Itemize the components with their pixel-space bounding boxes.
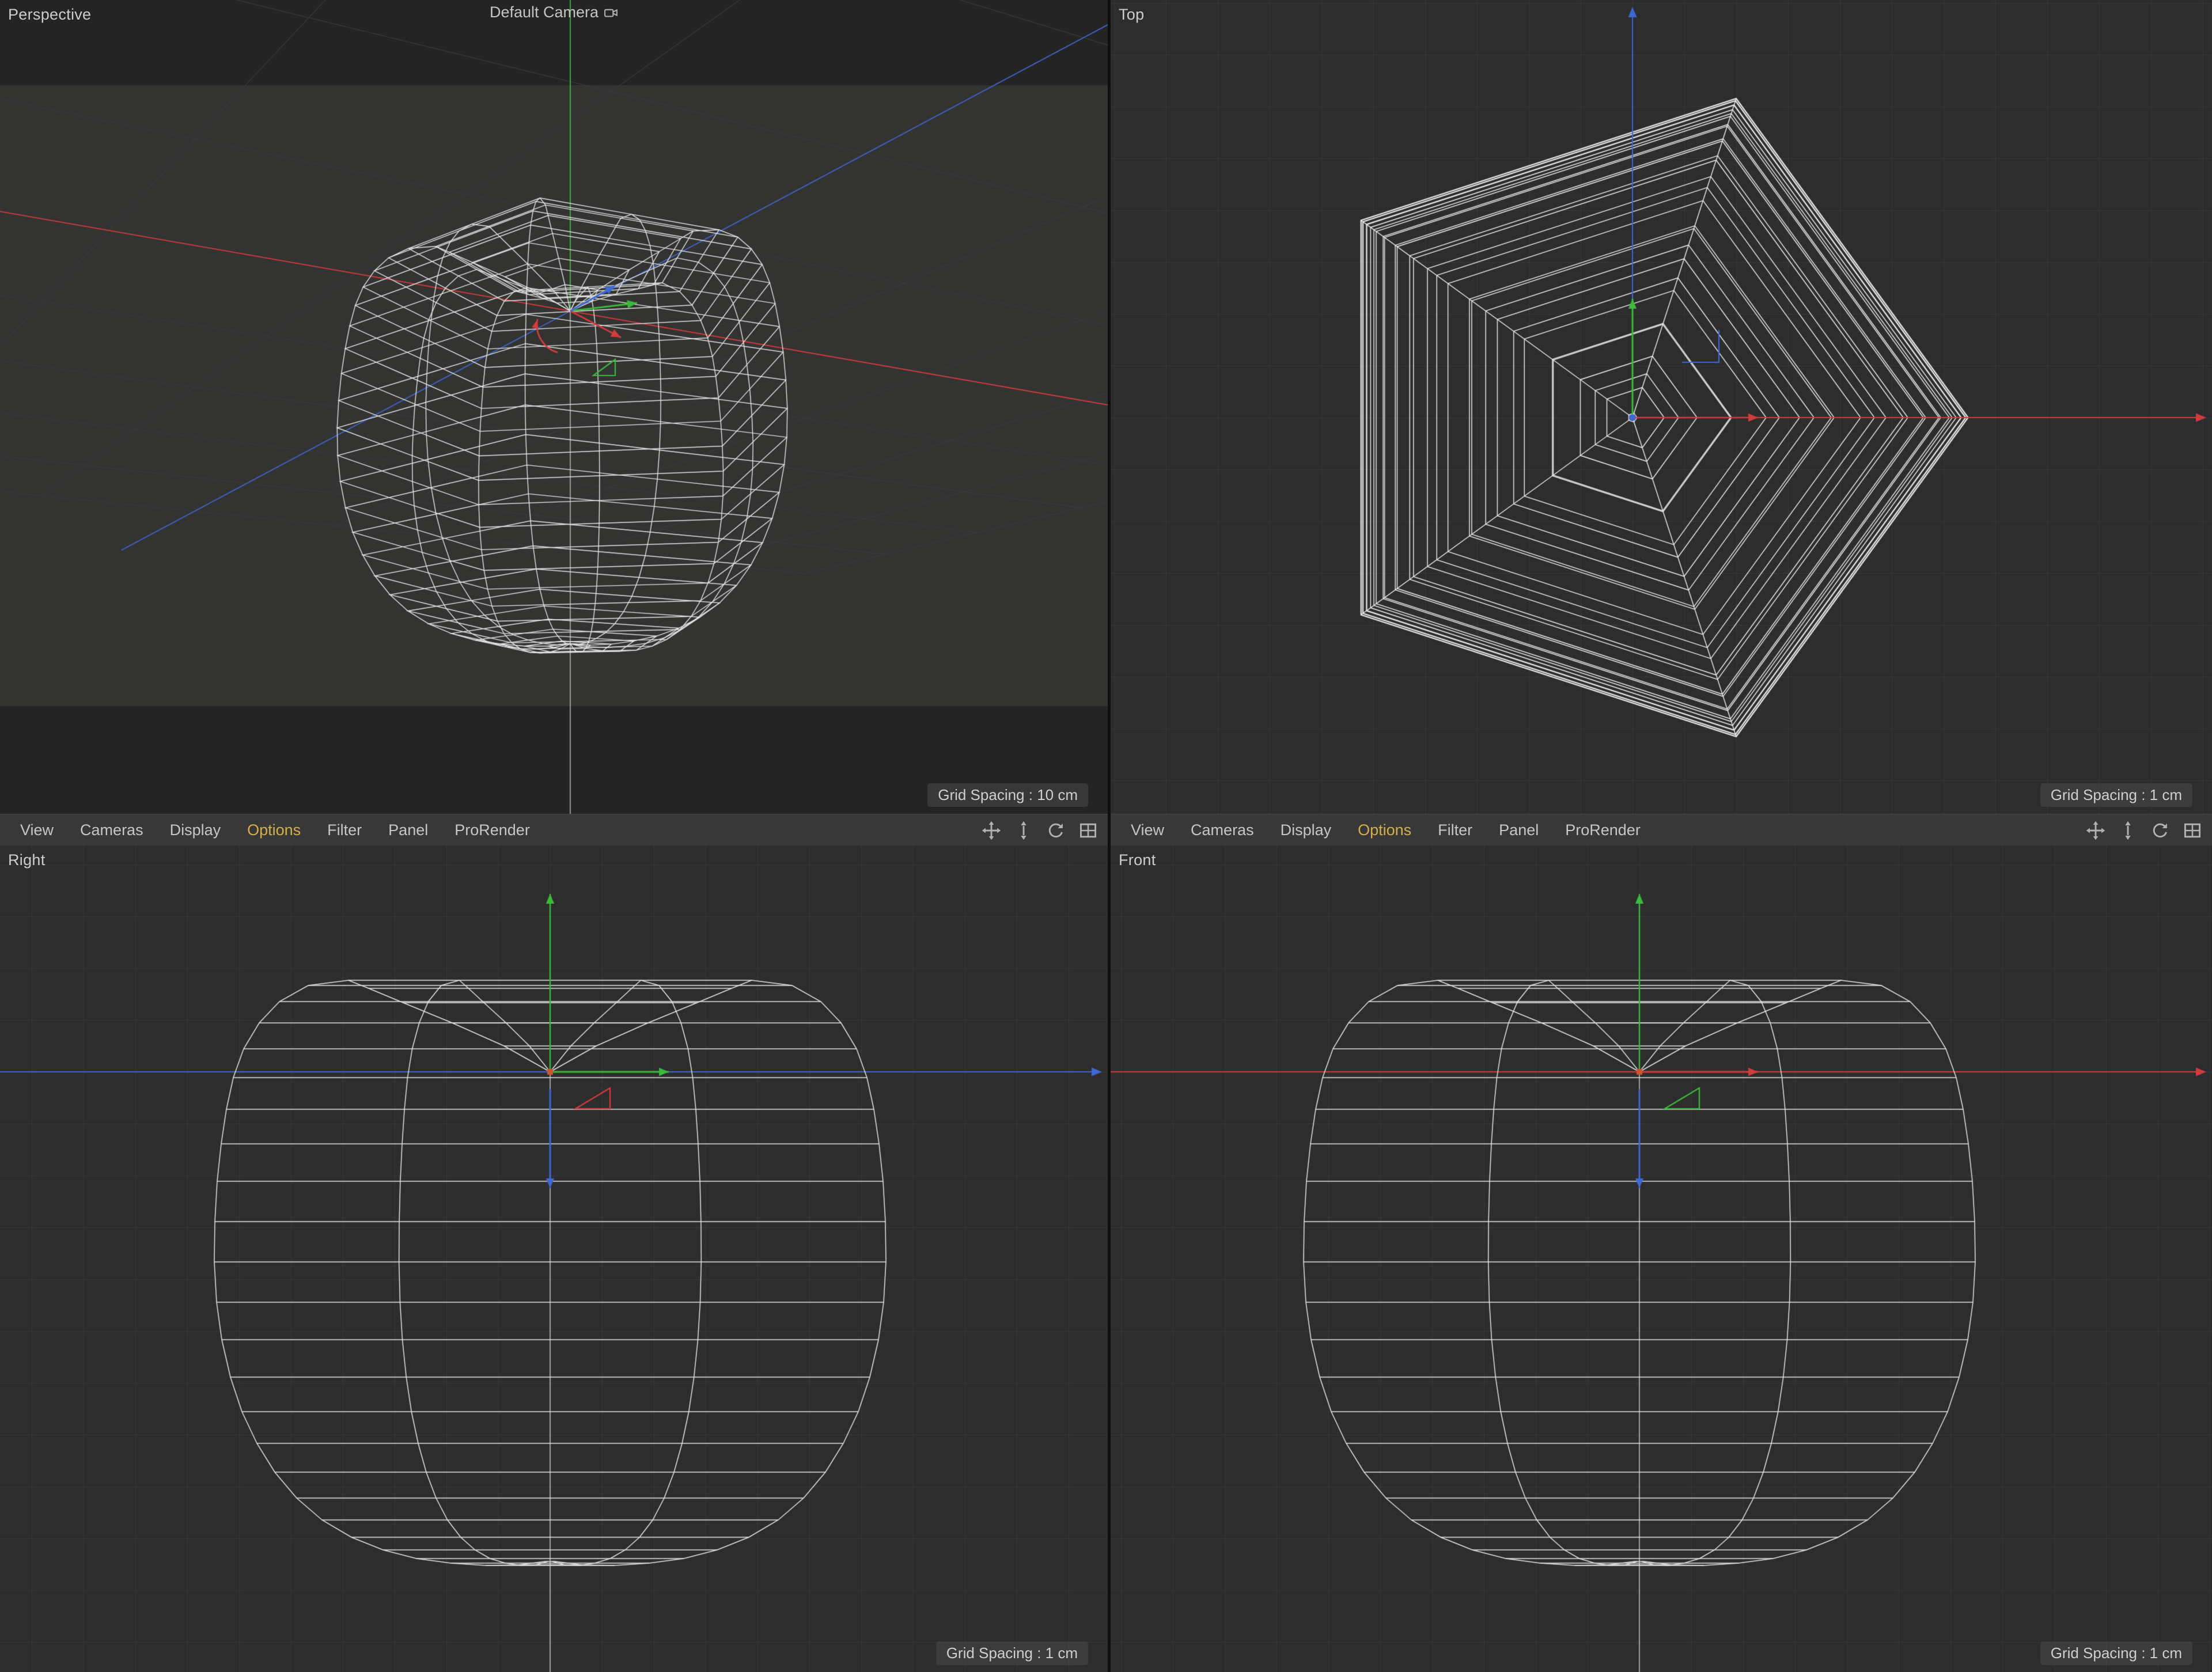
zoom-icon[interactable] [1013,820,1034,841]
front-canvas[interactable] [1111,846,2212,1672]
toggle-active-view-icon[interactable] [2182,820,2203,841]
rotate-icon[interactable] [2150,820,2171,841]
menu-item-options[interactable]: Options [1344,821,1425,839]
viewport-menubar-left: View Cameras Display Options Filter Pane… [0,814,1108,847]
zoom-icon[interactable] [2118,820,2138,841]
viewport-menubar-right: View Cameras Display Options Filter Pane… [1111,814,2212,847]
viewport-nav-icons [2085,820,2212,841]
pan-icon[interactable] [981,820,1002,841]
menu-item-options[interactable]: Options [234,821,314,839]
menu-items: View Cameras Display Options Filter Pane… [0,821,543,839]
viewport-right[interactable]: Right Grid Spacing : 1 cm [0,846,1108,1672]
grid-spacing-label: Grid Spacing : 10 cm [927,783,1088,807]
multi-viewport-workspace: Perspective Default Camera Grid Spacing … [0,0,2212,1672]
menu-item-filter[interactable]: Filter [1425,821,1486,839]
menu-item-display[interactable]: Display [1267,821,1345,839]
menu-item-prorender[interactable]: ProRender [441,821,543,839]
grid-spacing-label: Grid Spacing : 1 cm [936,1641,1088,1665]
menu-item-prorender[interactable]: ProRender [1552,821,1654,839]
camera-label-text: Default Camera [490,3,599,21]
grid-spacing-label: Grid Spacing : 1 cm [2040,1641,2192,1665]
viewport-label-perspective: Perspective [8,6,91,24]
perspective-canvas[interactable] [0,0,1108,814]
camera-icon [603,5,618,20]
menu-item-display[interactable]: Display [157,821,234,839]
rotate-icon[interactable] [1046,820,1066,841]
menu-item-filter[interactable]: Filter [314,821,375,839]
menu-item-cameras[interactable]: Cameras [67,821,157,839]
grid-spacing-label: Grid Spacing : 1 cm [2040,783,2192,807]
viewport-label-front: Front [1119,851,1156,869]
right-canvas[interactable] [0,846,1108,1672]
camera-label: Default Camera [490,3,618,21]
menu-item-view[interactable]: View [7,821,67,839]
viewport-nav-icons [981,820,1108,841]
viewport-top[interactable]: Top Grid Spacing : 1 cm [1111,0,2212,814]
menu-item-panel[interactable]: Panel [1486,821,1552,839]
toggle-active-view-icon[interactable] [1078,820,1099,841]
menu-item-cameras[interactable]: Cameras [1177,821,1267,839]
viewport-perspective[interactable]: Perspective Default Camera Grid Spacing … [0,0,1108,814]
viewport-label-right: Right [8,851,46,869]
top-canvas[interactable] [1111,0,2212,814]
viewport-label-top: Top [1119,6,1144,24]
pan-icon[interactable] [2085,820,2106,841]
menu-item-panel[interactable]: Panel [375,821,441,839]
menu-items: View Cameras Display Options Filter Pane… [1111,821,1654,839]
menu-item-view[interactable]: View [1118,821,1177,839]
viewport-front[interactable]: Front Grid Spacing : 1 cm [1111,846,2212,1672]
